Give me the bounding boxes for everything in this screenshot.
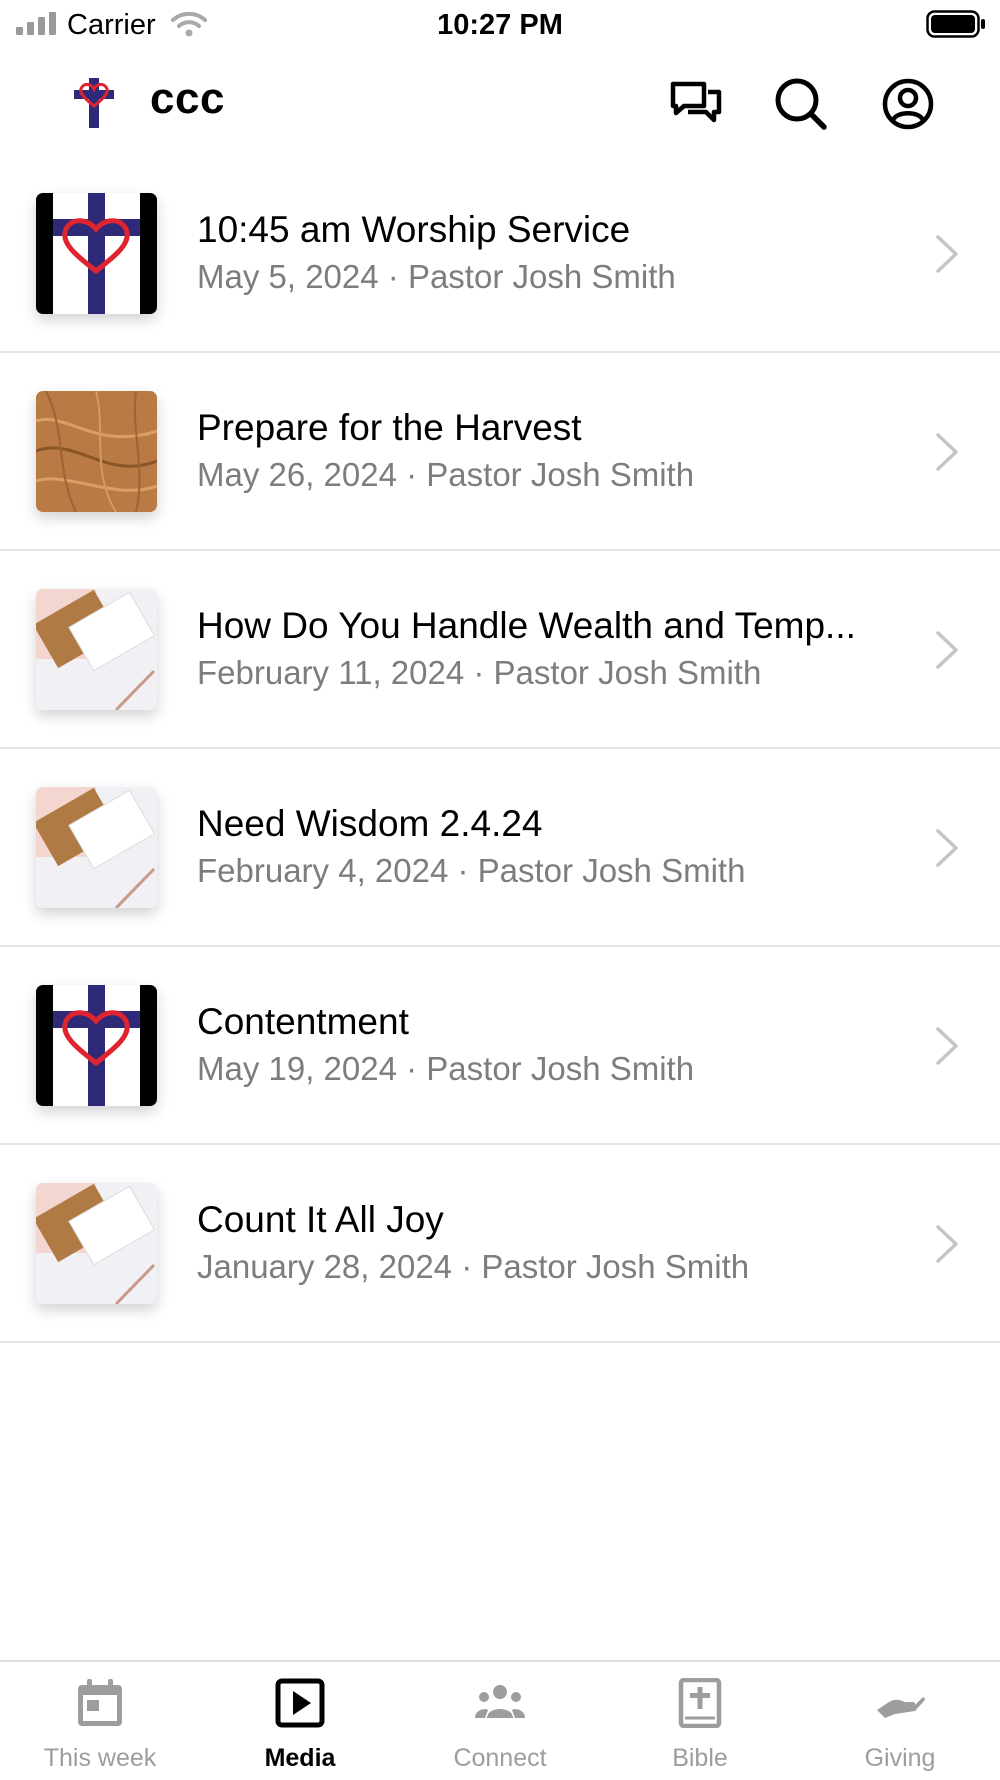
item-title: Prepare for the Harvest (197, 407, 582, 448)
item-title: Need Wisdom 2.4.24 (197, 803, 543, 844)
tab-bible[interactable]: Bible (600, 1662, 800, 1780)
sermon-thumbnail (36, 985, 157, 1106)
giving-hand-icon (877, 1697, 925, 1718)
app-title: ccc (150, 74, 225, 123)
chevron-right-icon (936, 631, 958, 669)
list-item[interactable]: Prepare for the Harvest May 26, 2024 · P… (0, 353, 1000, 551)
item-title: How Do You Handle Wealth and Temp... (197, 605, 856, 646)
chevron-right-icon (936, 1027, 958, 1065)
tab-label: Connect (453, 1744, 547, 1772)
item-title: Contentment (197, 1001, 409, 1042)
item-title: Count It All Joy (197, 1199, 444, 1240)
app-header: ccc (0, 60, 1000, 146)
calendar-icon (78, 1679, 122, 1726)
sermon-thumbnail (36, 589, 157, 710)
list-item[interactable]: Need Wisdom 2.4.24 February 4, 2024 · Pa… (0, 749, 1000, 947)
item-title: 10:45 am Worship Service (197, 209, 631, 250)
sermon-thumbnail (36, 391, 157, 512)
media-list: 10:45 am Worship Service May 5, 2024 · P… (0, 155, 1000, 1343)
tab-giving[interactable]: Giving (800, 1662, 1000, 1780)
tab-this-week[interactable]: This week (0, 1662, 200, 1780)
play-icon (275, 1678, 325, 1728)
chat-icon[interactable] (668, 76, 724, 132)
chevron-right-icon (936, 1225, 958, 1263)
tab-label: Giving (864, 1744, 936, 1772)
list-item[interactable]: How Do You Handle Wealth and Temp... Feb… (0, 551, 1000, 749)
item-subtitle: February 11, 2024 · Pastor Josh Smith (197, 654, 762, 691)
people-icon (475, 1685, 525, 1718)
tab-label: This week (43, 1744, 157, 1772)
bible-icon (678, 1678, 722, 1728)
item-subtitle: May 26, 2024 · Pastor Josh Smith (197, 456, 695, 493)
status-bar: Carrier 10:27 PM (0, 0, 1000, 50)
status-time: 10:27 PM (437, 9, 563, 41)
sermon-thumbnail (36, 193, 157, 314)
item-subtitle: February 4, 2024 · Pastor Josh Smith (197, 852, 746, 889)
tab-label: Media (264, 1744, 336, 1772)
tab-bar: This week Media Connect Bible Giving (0, 1660, 1000, 1780)
item-subtitle: January 28, 2024 · Pastor Josh Smith (197, 1248, 750, 1285)
sermon-thumbnail (36, 1183, 157, 1304)
tab-media[interactable]: Media (200, 1662, 400, 1780)
chevron-right-icon (936, 235, 958, 273)
battery-icon (926, 10, 985, 38)
search-icon[interactable] (773, 76, 829, 132)
item-subtitle: May 5, 2024 · Pastor Josh Smith (197, 258, 676, 295)
list-item[interactable]: Count It All Joy January 28, 2024 · Past… (0, 1145, 1000, 1343)
account-icon[interactable] (880, 76, 936, 132)
chevron-right-icon (936, 829, 958, 867)
chevron-right-icon (936, 433, 958, 471)
list-item[interactable]: Contentment May 19, 2024 · Pastor Josh S… (0, 947, 1000, 1145)
tab-connect[interactable]: Connect (400, 1662, 600, 1780)
logo-cross-icon (74, 78, 114, 128)
sermon-thumbnail (36, 787, 157, 908)
item-subtitle: May 19, 2024 · Pastor Josh Smith (197, 1050, 695, 1087)
tab-label: Bible (672, 1744, 728, 1772)
list-item[interactable]: 10:45 am Worship Service May 5, 2024 · P… (0, 155, 1000, 353)
